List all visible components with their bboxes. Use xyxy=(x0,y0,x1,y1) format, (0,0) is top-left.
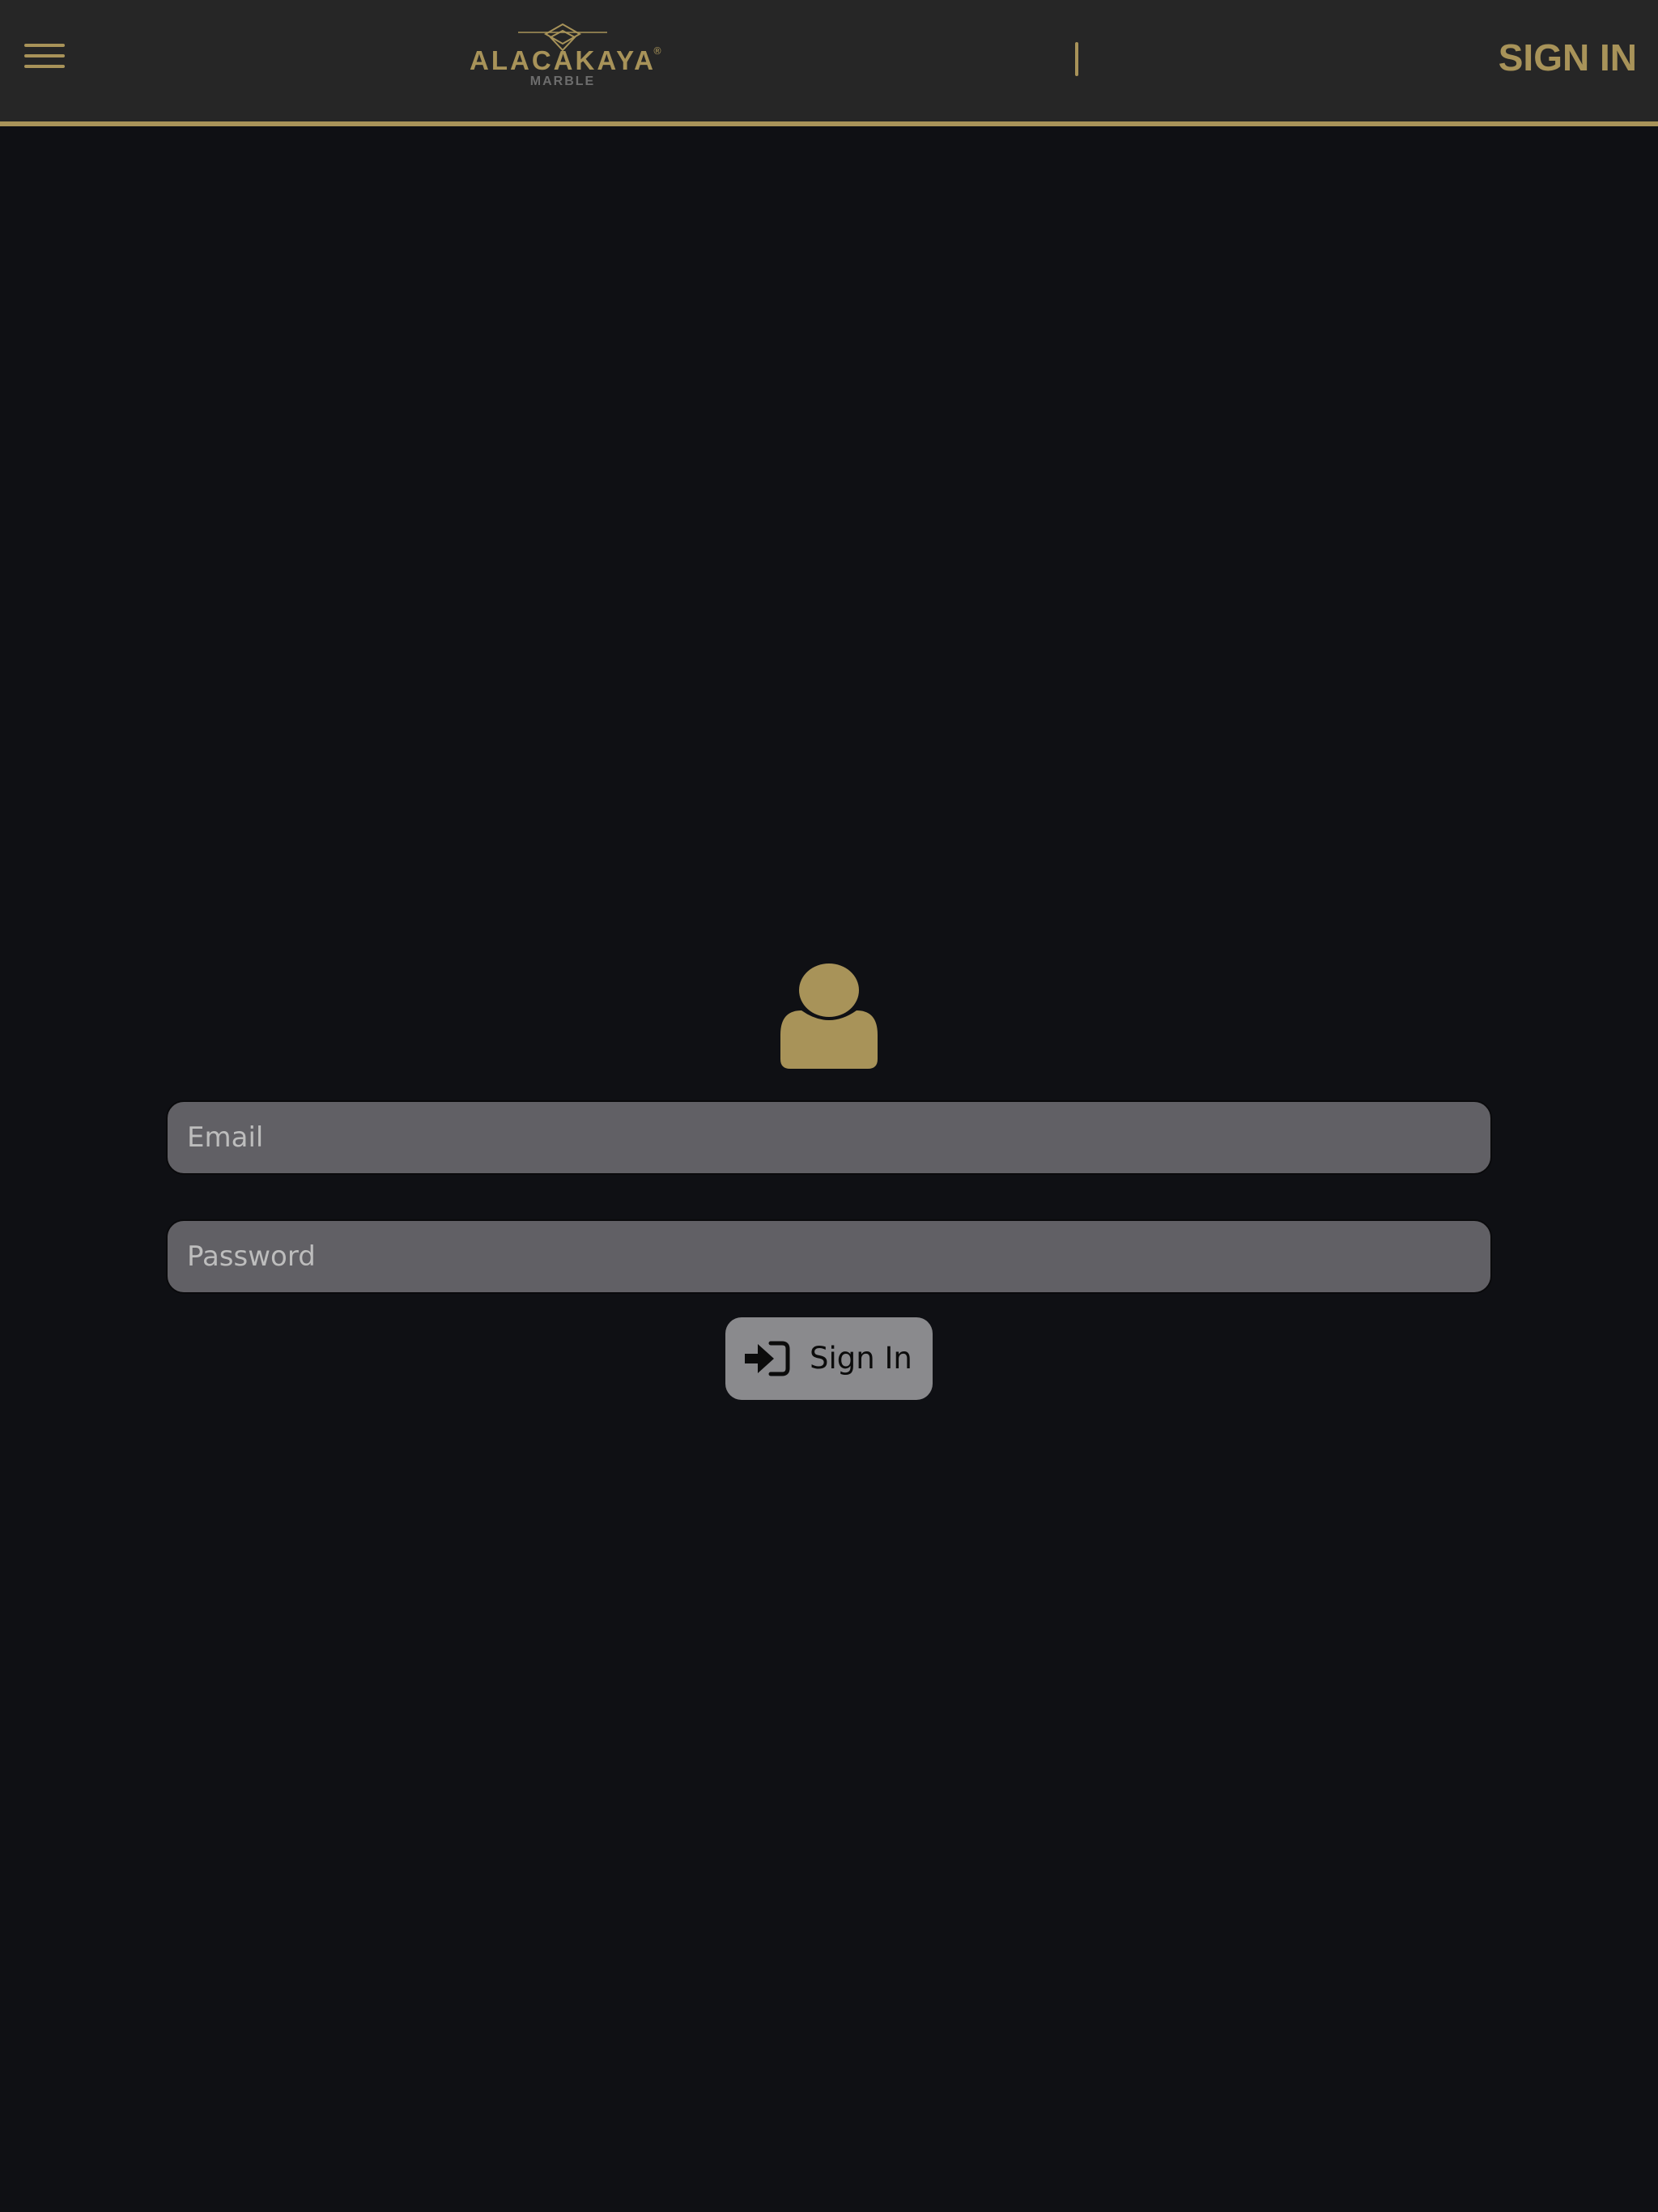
logo-subtitle: MARBLE xyxy=(529,74,596,88)
email-field[interactable] xyxy=(166,1100,1492,1175)
logo-registered-mark: ® xyxy=(653,45,662,57)
sign-in-button[interactable]: Sign In xyxy=(725,1317,933,1400)
header-divider xyxy=(1075,42,1078,76)
user-icon xyxy=(780,963,878,1069)
menu-line xyxy=(24,54,65,57)
sign-in-icon xyxy=(745,1341,790,1376)
logo-brand-text: ALACAKAYA xyxy=(470,45,656,75)
brand-logo[interactable]: ALACAKAYA ® MARBLE xyxy=(453,21,672,92)
password-field[interactable] xyxy=(166,1219,1492,1294)
hamburger-menu-icon[interactable] xyxy=(24,42,66,70)
menu-line xyxy=(24,44,65,47)
top-header: ALACAKAYA ® MARBLE SIGN IN xyxy=(0,0,1658,126)
menu-line xyxy=(24,65,65,68)
sign-in-button-label: Sign In xyxy=(810,1341,912,1376)
header-sign-in-link[interactable]: SIGN IN xyxy=(1499,34,1637,81)
